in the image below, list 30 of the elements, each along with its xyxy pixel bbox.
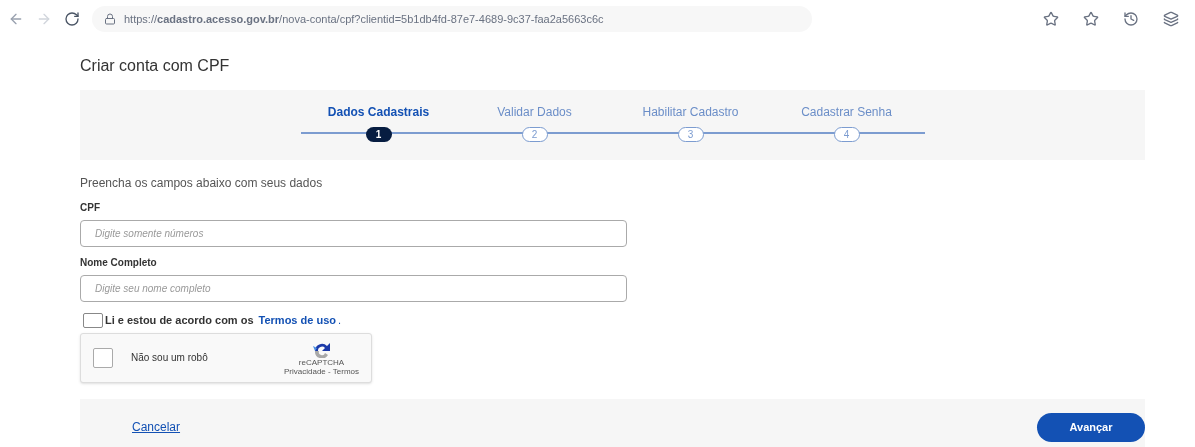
lock-icon (104, 13, 116, 25)
next-button[interactable]: Avançar (1037, 412, 1145, 442)
back-icon[interactable] (8, 11, 24, 27)
field-label: Nome Completo (80, 256, 158, 270)
collections-icon[interactable] (1163, 11, 1179, 27)
step-number: 1 (365, 127, 392, 142)
favorites-icon[interactable] (1083, 11, 1099, 27)
terms-link[interactable]: Termos de uso (258, 312, 336, 329)
step-number: 3 (677, 127, 704, 142)
captcha-brand: reCAPTCHA (298, 357, 345, 367)
captcha-checkbox[interactable] (93, 347, 113, 368)
intro-text: Preencha os campos abaixo com seus dados (80, 175, 324, 192)
step-number: 2 (521, 127, 548, 142)
page-title: Criar conta com CPF (80, 56, 231, 76)
field-label: CPF (80, 201, 101, 215)
cancel-link[interactable]: Cancelar (132, 418, 181, 436)
history-icon[interactable] (1123, 11, 1139, 27)
step-number: 4 (833, 127, 860, 142)
step-label[interactable]: Dados Cadastrais (327, 103, 430, 121)
terms-period: . (338, 313, 342, 328)
text-field[interactable]: Digite seu nome completo (80, 275, 627, 302)
text-field[interactable]: Digite somente números (80, 220, 627, 247)
reload-icon[interactable] (64, 11, 80, 27)
terms-checkbox[interactable] (83, 312, 103, 328)
terms-text: Li e estou de acordo com os (105, 313, 254, 328)
address-bar[interactable]: https://cadastro.acesso.gov.br/nova-conta/cpf?clientid=5b1db4fd-87e7-4689-9c37-faa2a5663c6c (92, 6, 812, 32)
favorite-icon[interactable] (1043, 11, 1059, 27)
captcha-label: Não sou um robô (131, 351, 208, 365)
captcha-links[interactable]: Privacidade - Termos (284, 366, 359, 376)
url-text: https://cadastro.acesso.gov.br/nova-conta/cpf?clientid=5b1db4fd-87e7-4689-9c37-faa2a5663c6c (124, 11, 604, 27)
